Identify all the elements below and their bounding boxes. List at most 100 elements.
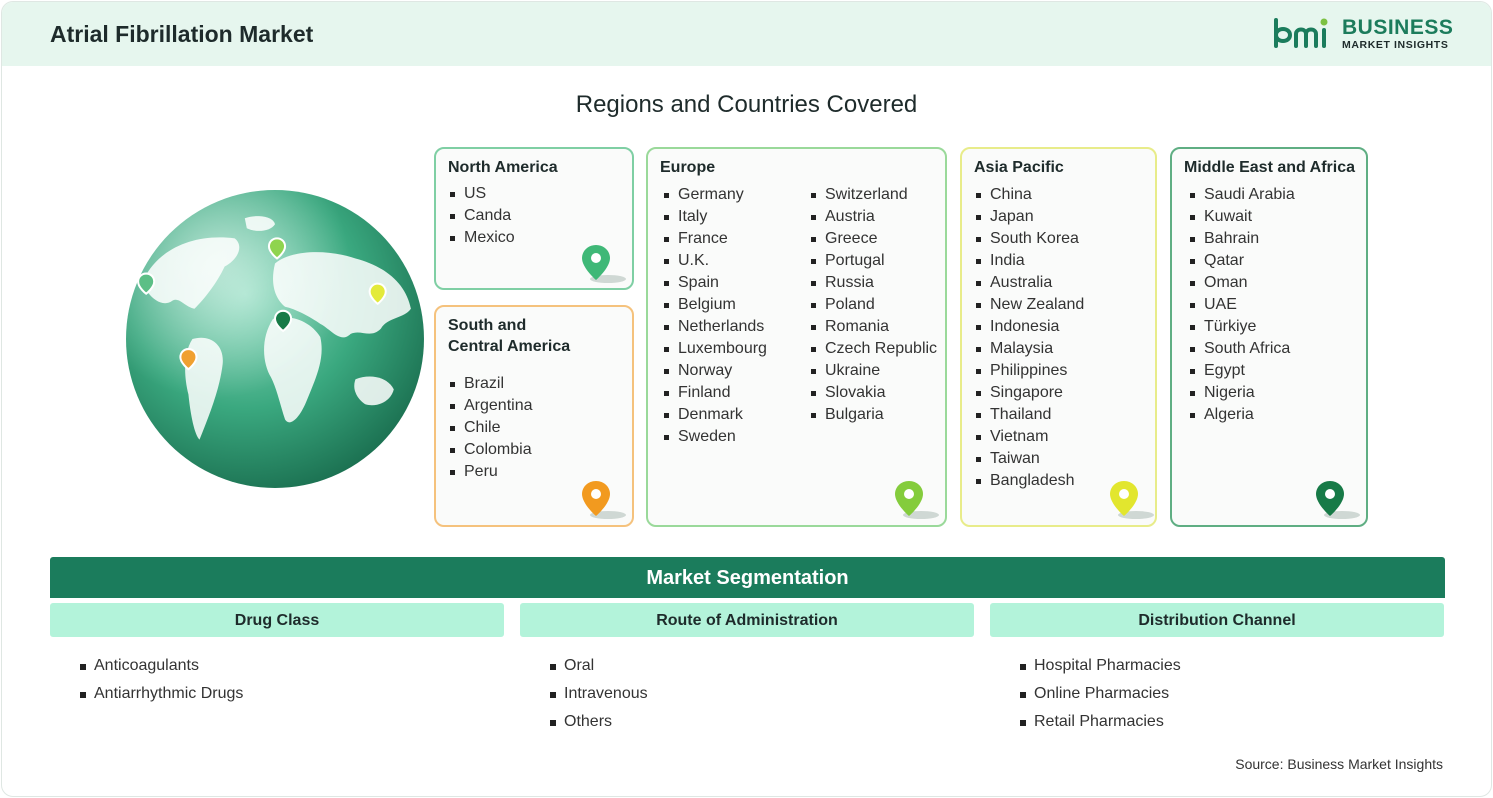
country-item: Norway: [662, 360, 767, 382]
country-item: Malaysia: [974, 338, 1084, 360]
segment-list-distribution: Hospital Pharmacies Online Pharmacies Re…: [1020, 652, 1181, 736]
country-item: Singapore: [974, 382, 1084, 404]
country-item: Mexico: [448, 227, 515, 249]
country-item: US: [448, 183, 515, 205]
country-item: New Zealand: [974, 294, 1084, 316]
country-item: Denmark: [662, 404, 767, 426]
country-item: Türkiye: [1188, 316, 1295, 338]
country-item: Vietnam: [974, 426, 1084, 448]
country-item: Netherlands: [662, 316, 767, 338]
country-item: Oman: [1188, 272, 1295, 294]
country-item: France: [662, 228, 767, 250]
country-list: Brazil Argentina Chile Colombia Peru: [448, 373, 533, 483]
logo-text-business: BUSINESS: [1342, 16, 1454, 39]
segment-item: Antiarrhythmic Drugs: [80, 680, 243, 708]
region-title-line1: South and: [448, 317, 527, 334]
segment-item: Anticoagulants: [80, 652, 243, 680]
region-card-north-america: North America US Canda Mexico: [434, 147, 634, 290]
region-card-middle-east-africa: Middle East and Africa Saudi Arabia Kuwa…: [1170, 147, 1368, 527]
segment-header-distribution: Distribution Channel: [990, 603, 1444, 637]
page-title: Atrial Fibrillation Market: [50, 21, 314, 47]
region-card-asia-pacific: Asia Pacific China Japan South Korea Ind…: [960, 147, 1157, 527]
country-item: Luxembourg: [662, 338, 767, 360]
country-item: Egypt: [1188, 360, 1295, 382]
country-item: Chile: [448, 417, 533, 439]
country-item: Canda: [448, 205, 515, 227]
map-pin-icon: [582, 481, 626, 519]
segment-item: Intravenous: [550, 680, 648, 708]
country-item: Sweden: [662, 426, 767, 448]
country-item: Switzerland: [809, 184, 937, 206]
country-list-col2: Switzerland Austria Greece Portugal Russ…: [809, 184, 937, 426]
country-item: South Korea: [974, 228, 1084, 250]
country-item: Qatar: [1188, 250, 1295, 272]
region-card-europe: Europe Germany Italy France U.K. Spain B…: [646, 147, 947, 527]
country-item: Germany: [662, 184, 767, 206]
country-item: Czech Republic: [809, 338, 937, 360]
country-item: India: [974, 250, 1084, 272]
country-list-col1: Germany Italy France U.K. Spain Belgium …: [662, 184, 767, 448]
region-title: Asia Pacific: [974, 159, 1064, 176]
region-title: Europe: [660, 159, 716, 176]
country-item: Bulgaria: [809, 404, 937, 426]
bmi-logo-icon: [1274, 18, 1328, 48]
country-item: Peru: [448, 461, 533, 483]
country-item: Russia: [809, 272, 937, 294]
country-item: China: [974, 184, 1084, 206]
country-item: Algeria: [1188, 404, 1295, 426]
country-item: South Africa: [1188, 338, 1295, 360]
map-pin-icon: [582, 245, 626, 283]
country-item: UAE: [1188, 294, 1295, 316]
segment-header-route: Route of Administration: [520, 603, 974, 637]
map-pin-icon: [895, 481, 939, 519]
regions-title: Regions and Countries Covered: [575, 91, 918, 118]
segment-item: Retail Pharmacies: [1020, 708, 1181, 736]
country-item: Greece: [809, 228, 937, 250]
brand-logo: BUSINESS MARKET INSIGHTS: [1272, 16, 1454, 56]
country-item: Poland: [809, 294, 937, 316]
source-note: Source: Business Market Insights: [1235, 756, 1443, 772]
country-item: Portugal: [809, 250, 937, 272]
header-bar: Atrial Fibrillation Market BUSINESS MARK…: [2, 2, 1491, 66]
country-item: Finland: [662, 382, 767, 404]
segment-item: Hospital Pharmacies: [1020, 652, 1181, 680]
region-title: Middle East and Africa: [1184, 159, 1355, 176]
country-item: Japan: [974, 206, 1084, 228]
region-title: North America: [448, 159, 558, 176]
country-item: Saudi Arabia: [1188, 184, 1295, 206]
country-item: Philippines: [974, 360, 1084, 382]
country-item: Nigeria: [1188, 382, 1295, 404]
country-item: Australia: [974, 272, 1084, 294]
country-item: Bahrain: [1188, 228, 1295, 250]
logo-text-market-insights: MARKET INSIGHTS: [1342, 39, 1449, 51]
country-item: Taiwan: [974, 448, 1084, 470]
region-title-line2: Central America: [448, 338, 571, 355]
map-pin-icon: [1110, 481, 1154, 519]
country-item: U.K.: [662, 250, 767, 272]
country-list: Saudi Arabia Kuwait Bahrain Qatar Oman U…: [1188, 184, 1295, 426]
country-item: Indonesia: [974, 316, 1084, 338]
country-item: Argentina: [448, 395, 533, 417]
globe-icon: [126, 190, 424, 488]
segmentation-title: Market Segmentation: [50, 557, 1445, 598]
segment-header-drug-class: Drug Class: [50, 603, 504, 637]
segment-list-drug-class: Anticoagulants Antiarrhythmic Drugs: [80, 652, 243, 708]
segment-item: Oral: [550, 652, 648, 680]
segment-item: Online Pharmacies: [1020, 680, 1181, 708]
country-item: Slovakia: [809, 382, 937, 404]
country-item: Ukraine: [809, 360, 937, 382]
country-item: Belgium: [662, 294, 767, 316]
country-item: Bangladesh: [974, 470, 1084, 492]
segment-item: Others: [550, 708, 648, 736]
region-title: South and Central America: [448, 315, 570, 357]
country-item: Colombia: [448, 439, 533, 461]
country-item: Romania: [809, 316, 937, 338]
country-item: Italy: [662, 206, 767, 228]
country-item: Brazil: [448, 373, 533, 395]
country-list: US Canda Mexico: [448, 183, 515, 249]
infographic-frame: Atrial Fibrillation Market BUSINESS MARK…: [1, 1, 1492, 797]
country-item: Kuwait: [1188, 206, 1295, 228]
country-item: Austria: [809, 206, 937, 228]
region-card-south-central-america: South and Central America Brazil Argenti…: [434, 305, 634, 527]
country-item: Spain: [662, 272, 767, 294]
